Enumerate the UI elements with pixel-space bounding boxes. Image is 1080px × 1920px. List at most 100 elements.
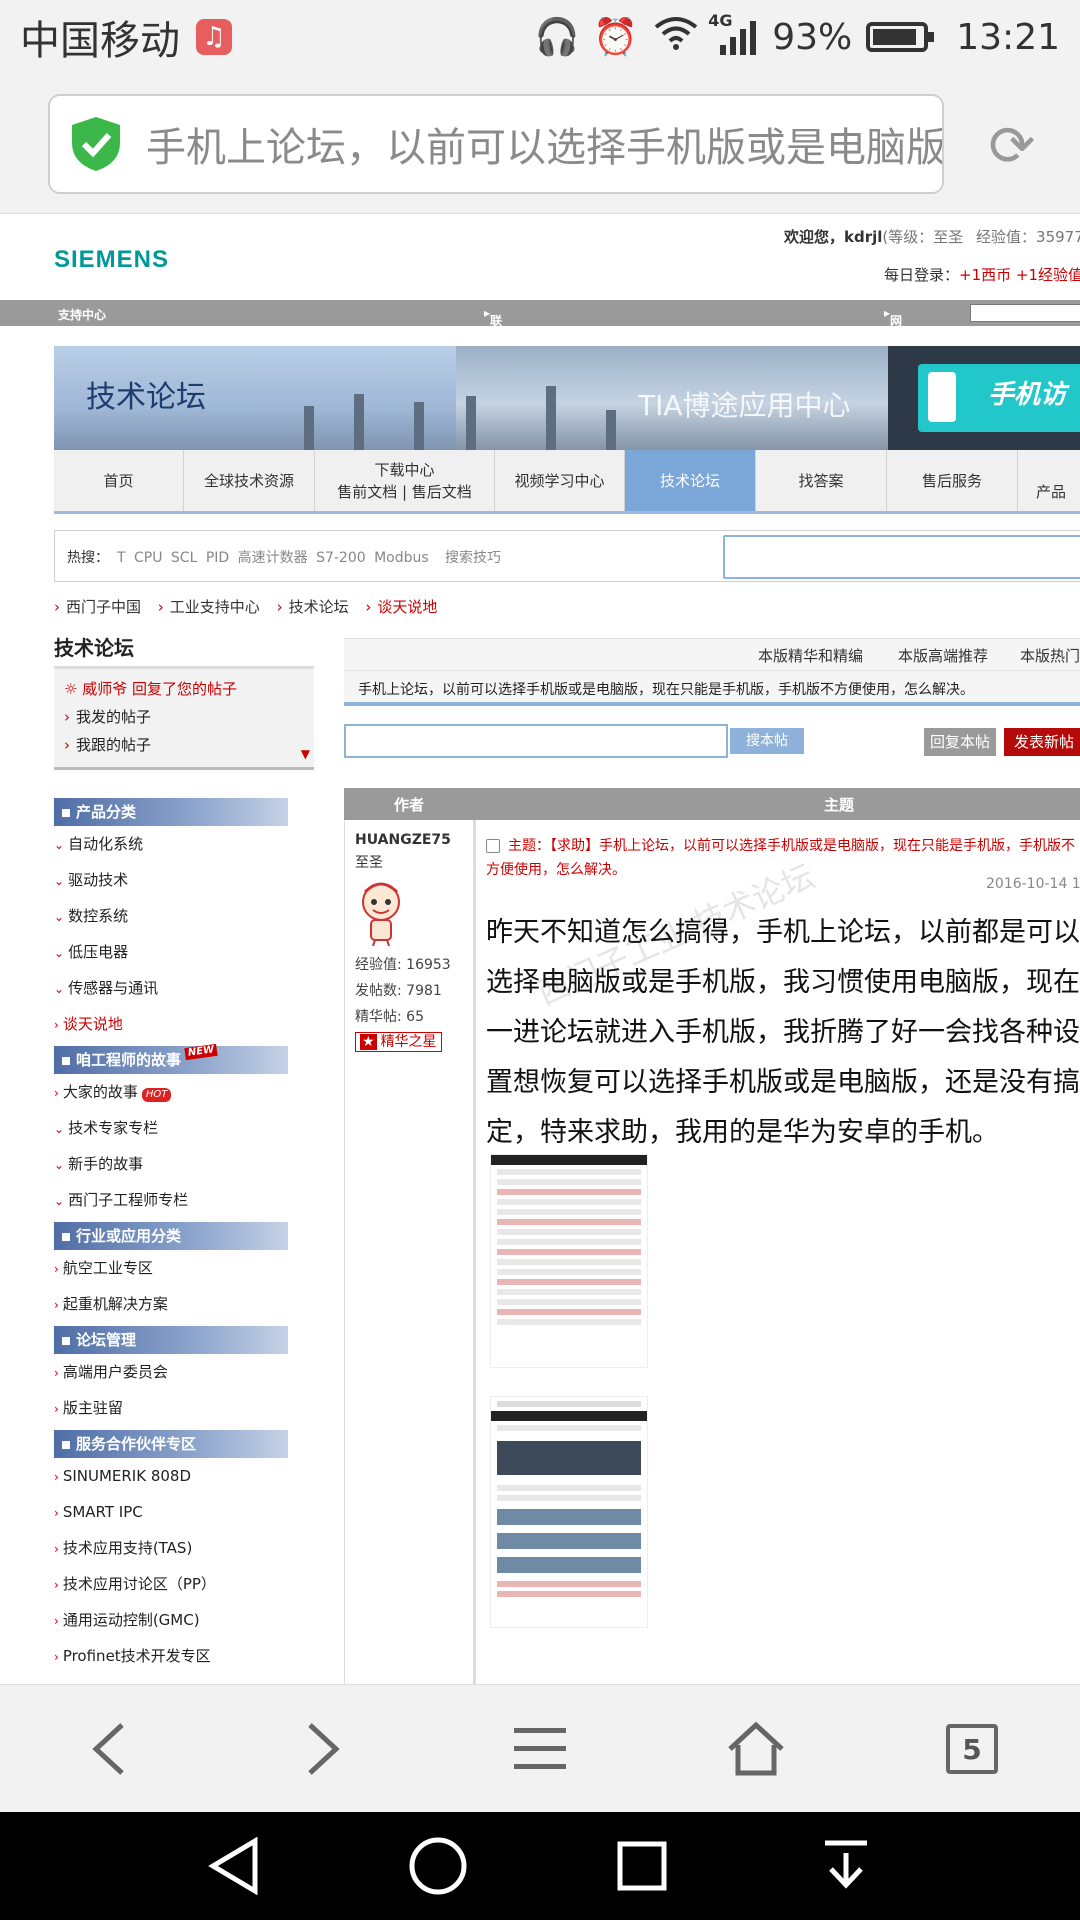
tab-board-recommend[interactable]: 本版高端推荐	[898, 645, 988, 666]
reload-icon[interactable]: ⟳	[982, 114, 1042, 179]
banner-forum-title: 技术论坛	[86, 380, 206, 415]
expand-arrow-icon[interactable]: ▼	[301, 747, 310, 761]
section-engineer-stories: 咱工程师的故事 NEW	[54, 1043, 288, 1074]
sidebar-item-newbie-stories[interactable]: ⌄ 新手的故事	[54, 1146, 314, 1182]
sidebar-item-profinet[interactable]: › Profinet技术开发专区	[54, 1638, 314, 1674]
carrier-name: 中国移动	[20, 18, 180, 64]
url-field[interactable]: 手机上论坛，以前可以选择手机版或是电脑版	[48, 94, 944, 194]
music-icon: ♫	[196, 19, 232, 55]
siemens-logo[interactable]: SIEMENS	[54, 246, 169, 274]
attached-screenshot-1[interactable]	[490, 1154, 648, 1368]
crumb-industry-support[interactable]: 工业支持中心	[170, 598, 260, 616]
sidebar-item-sensors[interactable]: ⌄ 传感器与通讯	[54, 970, 314, 1006]
col-subject: 主题	[824, 796, 855, 814]
nav-find-answers[interactable]: 找答案	[756, 450, 887, 511]
my-activity-box: ☼ 威师爷 回复了您的帖子 › 我发的帖子 › 我跟的帖子 ▼	[54, 666, 314, 770]
system-nav-bar	[0, 1812, 1080, 1920]
hot-keywords[interactable]: T CPU SCL PID 高速计数器 S7-200 Modbus	[117, 547, 429, 567]
nav-video-center[interactable]: 视频学习中心	[495, 450, 625, 511]
select-checkbox[interactable]	[486, 839, 500, 853]
site-header: SIEMENS 欢迎您，kdrjl(等级：至圣 经验值：35977 每日登录：+…	[0, 214, 1080, 300]
signal-icon: 4G	[708, 11, 758, 57]
author-name[interactable]: HUANGZE75	[355, 832, 463, 848]
thread-search-input[interactable]	[344, 724, 728, 758]
menu-icon[interactable]	[500, 1709, 580, 1789]
sidebar-item-chat[interactable]: › 谈天说地	[54, 1006, 314, 1042]
new-post-button[interactable]: 发表新帖	[1004, 728, 1080, 756]
sidebar-item-everyone-stories[interactable]: › 大家的故事 HOT	[54, 1074, 314, 1110]
banner-tia[interactable]: TIA博途应用中心	[456, 346, 888, 450]
sidebar-item-moderators[interactable]: › 版主驻留	[54, 1390, 314, 1426]
welcome-user[interactable]: 欢迎您，kdrjl	[784, 228, 882, 246]
thread-actions: 搜本帖 回复本帖 发表新帖	[344, 724, 1080, 764]
system-recents-icon[interactable]	[610, 1834, 674, 1898]
banner-forum[interactable]: 技术论坛	[54, 346, 456, 450]
welcome-exp: 经验值：35977	[976, 228, 1080, 246]
wifi-icon	[652, 15, 700, 60]
page-title-text: 手机上论坛，以前可以选择手机版或是电脑版	[146, 125, 944, 171]
sidebar-item-gmc[interactable]: › 通用运动控制(GMC)	[54, 1602, 314, 1638]
col-author: 作者	[394, 796, 425, 814]
mobile-access-button[interactable]: 手机访	[918, 364, 1080, 432]
sidebar-item-crane[interactable]: › 起重机解决方案	[54, 1286, 314, 1322]
search-thread-button[interactable]: 搜本帖	[730, 728, 804, 754]
battery-icon	[866, 22, 935, 52]
section-industry: 行业或应用分类	[54, 1222, 288, 1250]
daily-label: 每日登录：	[884, 266, 960, 284]
tab-board-hot[interactable]: 本版热门	[1020, 645, 1080, 666]
reply-button[interactable]: 回复本帖	[924, 728, 996, 756]
link-support-center[interactable]: 支持中心	[58, 306, 106, 323]
search-tips-link[interactable]: 搜索技巧	[445, 547, 501, 567]
nav-download-center[interactable]: 下载中心 售前文档 | 售后文档	[315, 450, 495, 511]
crumb-siemens-china[interactable]: 西门子中国	[66, 598, 141, 616]
sidebar-item-smart-ipc[interactable]: › SMART IPC	[54, 1494, 314, 1530]
status-bar: 中国移动 ♫ 🎧 ⏰ 4G 93% 13:21	[0, 0, 1080, 74]
nav-after-sales[interactable]: 售后服务	[887, 450, 1018, 511]
daily-coin: +1西币	[959, 266, 1012, 284]
nav-products[interactable]: 产品	[1018, 450, 1080, 511]
hot-badge: HOT	[141, 1088, 172, 1102]
tabs-count: 5	[946, 1724, 998, 1774]
my-replies-link[interactable]: › 我跟的帖子	[64, 731, 304, 759]
site-search-input[interactable]	[723, 535, 1080, 579]
sidebar-item-tas[interactable]: › 技术应用支持(TAS)	[54, 1530, 314, 1566]
notification-pulldown-icon[interactable]	[814, 1834, 878, 1898]
system-back-icon[interactable]	[202, 1834, 266, 1898]
status-icons: 🎧 ⏰ 4G 93% 13:21	[535, 11, 1060, 60]
sidebar-item-cnc[interactable]: ⌄ 数控系统	[54, 898, 314, 934]
reply-notice[interactable]: ☼ 威师爷 回复了您的帖子	[64, 675, 304, 703]
sidebar-item-drives[interactable]: ⌄ 驱动技术	[54, 862, 314, 898]
nav-home[interactable]: 首页	[54, 450, 184, 511]
phone-icon	[928, 372, 956, 422]
avatar[interactable]	[355, 880, 407, 947]
forward-icon[interactable]	[284, 1709, 364, 1789]
back-icon[interactable]	[68, 1709, 148, 1789]
crumb-forum[interactable]: 技术论坛	[289, 598, 349, 616]
sidebar-item-aviation[interactable]: › 航空工业专区	[54, 1250, 314, 1286]
home-icon[interactable]	[716, 1709, 796, 1789]
top-search-input[interactable]	[970, 304, 1080, 322]
sidebar-item-expert-column[interactable]: ⌄ 技术专家专栏	[54, 1110, 314, 1146]
sidebar-item-siemens-engineer[interactable]: ⌄ 西门子工程师专栏	[54, 1182, 314, 1218]
author-panel: HUANGZE75 至圣 经验值: 16953 发帖数: 7981 精华帖: 6…	[344, 820, 476, 1684]
link-contact-us[interactable]: ▸ 联系我们	[484, 306, 502, 379]
sidebar-item-committee[interactable]: › 高端用户委员会	[54, 1354, 314, 1390]
my-posts-link[interactable]: › 我发的帖子	[64, 703, 304, 731]
nav-forum[interactable]: 技术论坛	[625, 450, 756, 511]
section-forum-admin: 论坛管理	[54, 1326, 288, 1354]
tab-board-essence[interactable]: 本版精华和精编	[758, 645, 863, 666]
section-partners: 服务合作伙伴专区	[54, 1430, 288, 1458]
post-body: 昨天不知道怎么搞得，手机上论坛，以前都是可以选择电脑版或是手机版，我习惯使用电脑…	[486, 917, 1080, 1148]
sidebar-item-automation[interactable]: ⌄ 自动化系统	[54, 826, 314, 862]
sidebar-item-low-voltage[interactable]: ⌄ 低压电器	[54, 934, 314, 970]
tabs-icon[interactable]: 5	[932, 1709, 1012, 1789]
sidebar-item-808d[interactable]: › SINUMERIK 808D	[54, 1458, 314, 1494]
link-site-map[interactable]: ▸ 网站地图	[884, 306, 902, 379]
banner-mobile[interactable]: 手机访	[888, 346, 1080, 450]
sidebar-item-pp[interactable]: › 技术应用讨论区（PP）	[54, 1566, 314, 1602]
attached-screenshot-2[interactable]	[490, 1396, 648, 1628]
crumb-chat[interactable]: 谈天说地	[377, 598, 437, 616]
system-home-icon[interactable]	[406, 1834, 470, 1898]
nav-global-resources[interactable]: 全球技术资源	[184, 450, 315, 511]
security-shield-icon	[70, 114, 122, 174]
